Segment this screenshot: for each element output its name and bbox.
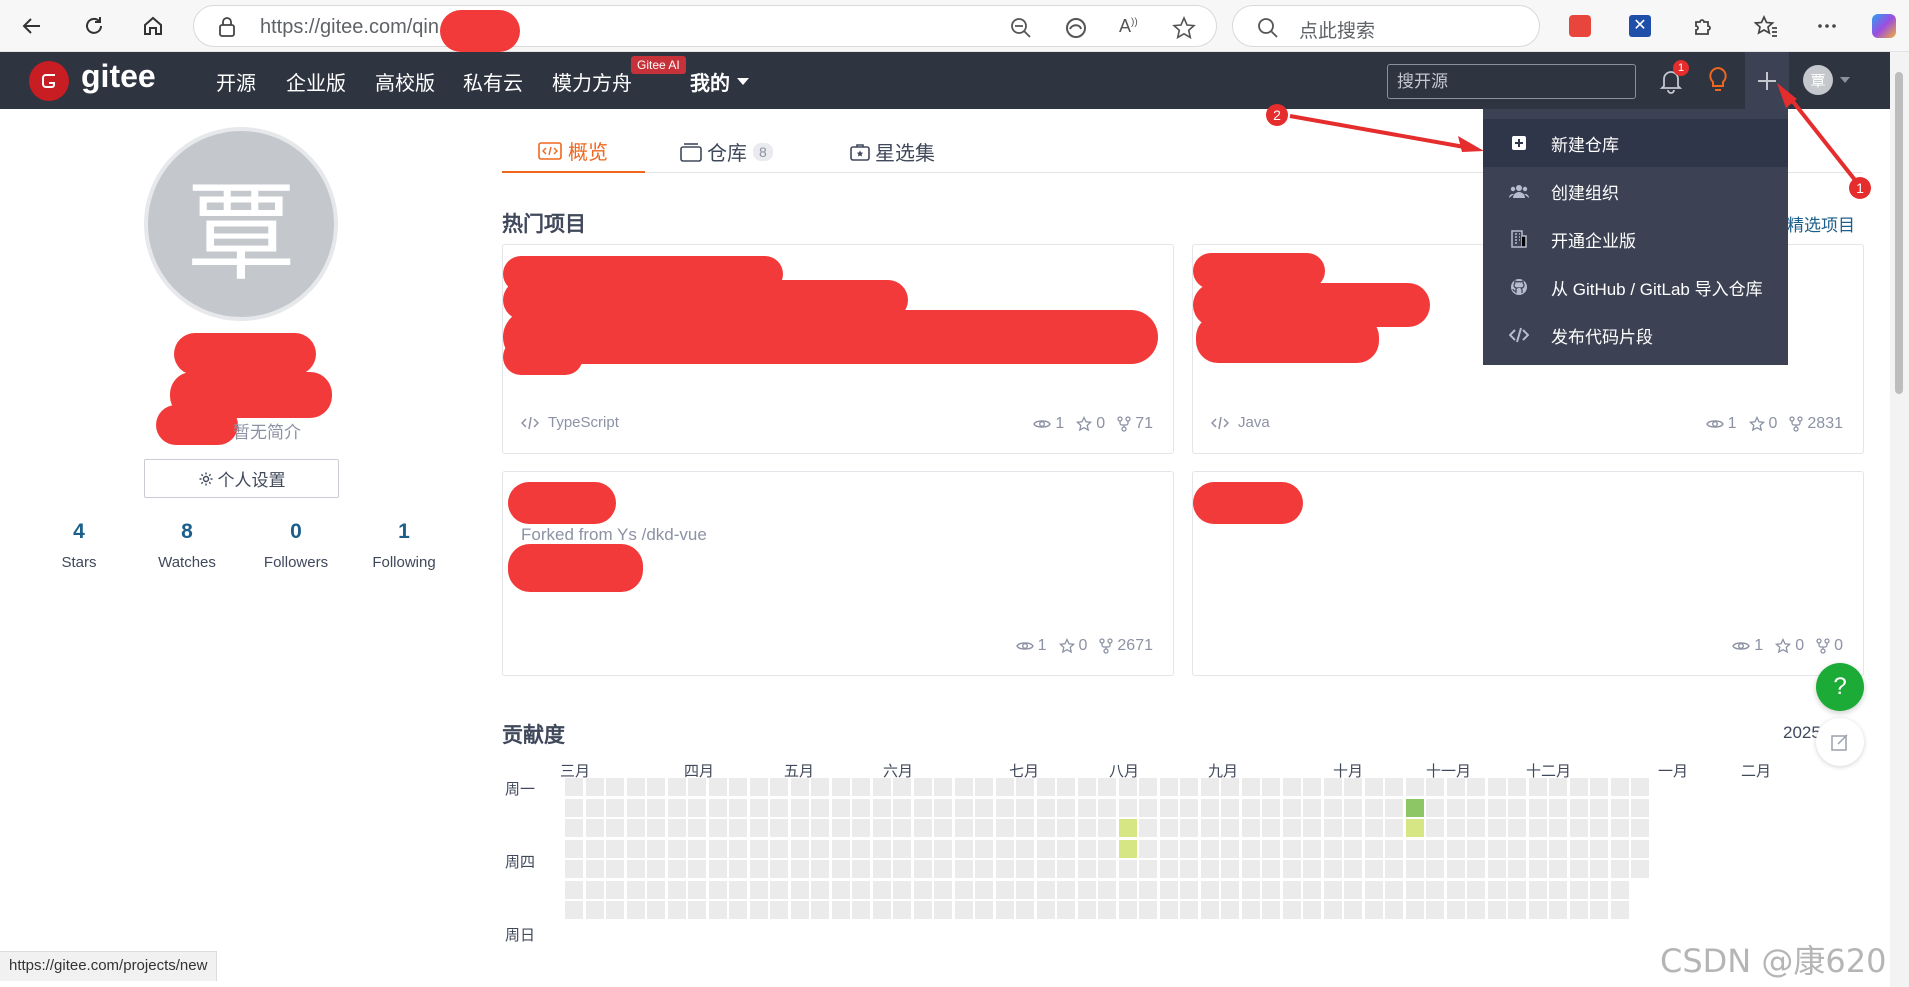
annotation-marker: 1 (1849, 177, 1871, 199)
watermark-text: CSDN @康620 (1660, 942, 1887, 980)
scrollbar-thumb[interactable] (1895, 72, 1903, 394)
annotation-marker: 2 (1266, 104, 1288, 126)
feedback-button[interactable] (1816, 718, 1864, 766)
edit-icon (1831, 734, 1848, 751)
page-scrollbar[interactable] (1890, 52, 1909, 987)
browser-status-url: https://gitee.com/projects/new (0, 951, 218, 981)
help-button[interactable]: ? (1816, 663, 1864, 711)
annotation-arrows (1289, 83, 1857, 182)
